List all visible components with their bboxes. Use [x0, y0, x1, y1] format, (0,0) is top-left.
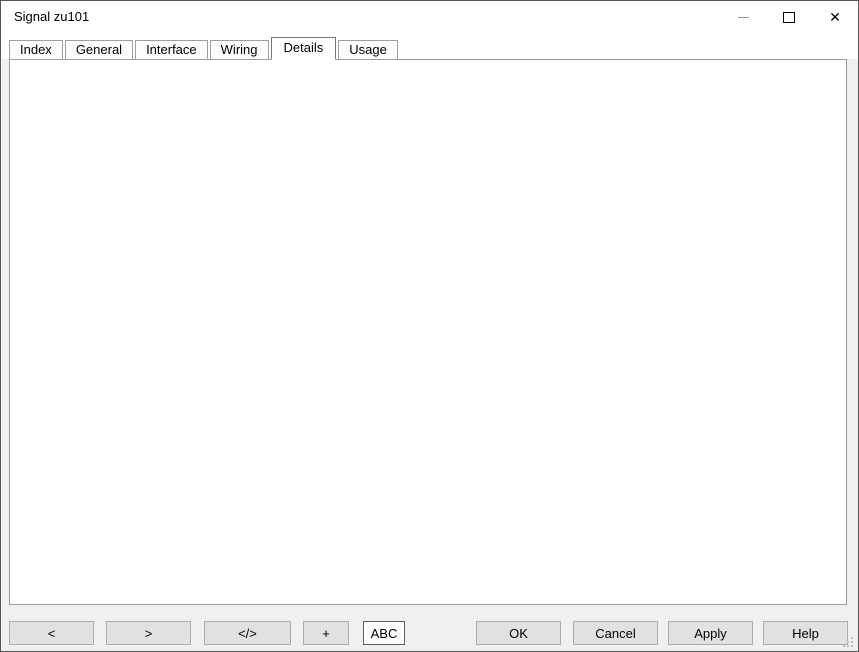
- tab-general[interactable]: General: [65, 40, 133, 60]
- dialog-window: Signal zu101 ✕ IndexGeneralInterfaceWiri…: [0, 0, 859, 652]
- tab-details[interactable]: Details: [271, 37, 337, 60]
- window-controls: ✕: [720, 1, 858, 33]
- title-bar[interactable]: Signal zu101 ✕: [1, 1, 858, 33]
- tab-bar: IndexGeneralInterfaceWiringDetailsUsage: [9, 37, 400, 60]
- tab-usage[interactable]: Usage: [338, 40, 398, 60]
- help-button[interactable]: Help: [763, 621, 848, 645]
- maximize-button[interactable]: [766, 1, 812, 33]
- ok-button[interactable]: OK: [476, 621, 561, 645]
- abc-button[interactable]: ABC: [363, 621, 405, 645]
- minimize-button[interactable]: [720, 1, 766, 33]
- window-title: Signal zu101: [14, 9, 89, 24]
- tab-interface[interactable]: Interface: [135, 40, 208, 60]
- tab-wiring[interactable]: Wiring: [210, 40, 269, 60]
- code-button[interactable]: </>: [204, 621, 291, 645]
- minimize-icon: [738, 17, 749, 18]
- close-icon: ✕: [829, 10, 841, 24]
- plus-button[interactable]: +: [303, 621, 349, 645]
- apply-button[interactable]: Apply: [668, 621, 753, 645]
- cancel-button[interactable]: Cancel: [573, 621, 658, 645]
- maximize-icon: [783, 12, 795, 23]
- tab-index[interactable]: Index: [9, 40, 63, 60]
- prev-button[interactable]: <: [9, 621, 94, 645]
- close-button[interactable]: ✕: [812, 1, 858, 33]
- next-button[interactable]: >: [106, 621, 191, 645]
- details-tab-page: [9, 59, 847, 605]
- resize-grip-icon[interactable]: [843, 637, 845, 639]
